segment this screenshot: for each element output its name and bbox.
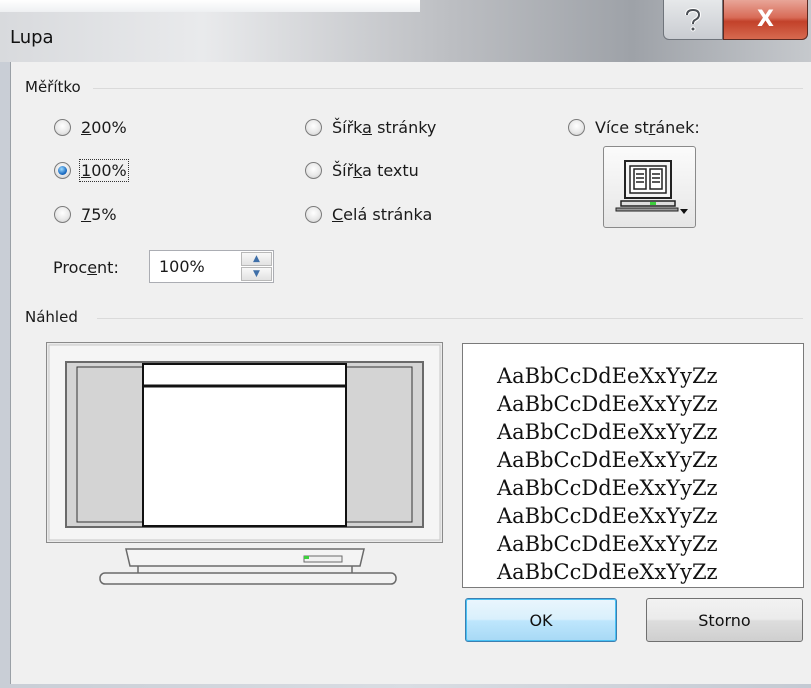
radio-page-width-circle[interactable]	[305, 119, 322, 136]
preview-line: AaBbCcDdEeXxYyZz	[497, 504, 718, 528]
preview-group-label: Náhled	[25, 308, 78, 326]
preview-group-header: Náhled	[25, 308, 78, 326]
preview-line: AaBbCcDdEeXxYyZz	[497, 392, 718, 416]
preview-line: AaBbCcDdEeXxYyZz	[497, 448, 718, 472]
radio-100-label: 100%	[79, 159, 129, 182]
help-button[interactable]	[663, 0, 723, 40]
radio-whole-page[interactable]: Celá stránka	[305, 205, 432, 224]
radio-many-pages-label: Více stránek:	[595, 118, 700, 137]
radio-75[interactable]: 75%	[54, 205, 117, 224]
multi-page-monitor-icon	[615, 160, 688, 214]
radio-75-circle[interactable]	[54, 206, 71, 223]
percent-label: Procent:	[53, 258, 119, 277]
title-glow	[0, 0, 420, 12]
radio-100[interactable]: 100%	[54, 159, 129, 182]
preview-line: AaBbCcDdEeXxYyZz	[497, 364, 718, 388]
many-pages-button[interactable]	[603, 146, 696, 228]
radio-text-width-label: Šířka textu	[332, 161, 419, 180]
radio-many-pages[interactable]: Více stránek:	[568, 118, 700, 137]
monitor-preview	[46, 342, 443, 588]
text-preview: AaBbCcDdEeXxYyZz AaBbCcDdEeXxYyZz AaBbCc…	[462, 343, 804, 588]
radio-200-label: 200%	[81, 118, 127, 137]
cancel-button[interactable]: Storno	[646, 598, 803, 642]
percent-spinner[interactable]: ▲ ▼	[241, 252, 272, 281]
radio-text-width-circle[interactable]	[305, 162, 322, 179]
radio-page-width[interactable]: Šířka stránky	[305, 118, 436, 137]
zoom-group-label: Měřítko	[25, 78, 81, 96]
radio-200-circle[interactable]	[54, 119, 71, 136]
radio-75-label: 75%	[81, 205, 117, 224]
preview-line: AaBbCcDdEeXxYyZz	[497, 532, 718, 556]
spin-down-icon[interactable]: ▼	[241, 267, 272, 281]
close-icon: X	[757, 7, 774, 32]
radio-whole-page-label: Celá stránka	[332, 205, 433, 224]
radio-whole-page-circle[interactable]	[305, 206, 322, 223]
dialog-body: Měřítko 200% 100% 75% Šířka stránky Šířk…	[10, 62, 811, 684]
ok-button[interactable]: OK	[465, 598, 617, 642]
radio-text-width[interactable]: Šířka textu	[305, 161, 419, 180]
help-icon	[685, 7, 702, 31]
preview-line: AaBbCcDdEeXxYyZz	[497, 476, 718, 500]
radio-page-width-label: Šířka stránky	[332, 118, 437, 137]
zoom-group-divider	[93, 88, 803, 89]
preview-group-divider	[97, 318, 803, 319]
close-button[interactable]: X	[723, 0, 808, 40]
zoom-group-header: Měřítko	[25, 78, 81, 96]
radio-200[interactable]: 200%	[54, 118, 127, 137]
radio-many-pages-circle[interactable]	[568, 119, 585, 136]
title-bar[interactable]: Lupa X	[0, 0, 811, 62]
zoom-dialog: Lupa X Měřítko 200% 100% 75% Šířka strán…	[0, 0, 811, 688]
monitor-preview-graphic	[46, 342, 443, 585]
radio-100-circle[interactable]	[54, 162, 71, 179]
spin-up-icon[interactable]: ▲	[241, 252, 272, 266]
preview-line: AaBbCcDdEeXxYyZz	[497, 560, 718, 584]
dialog-title: Lupa	[10, 27, 54, 48]
preview-line: AaBbCcDdEeXxYyZz	[497, 420, 718, 444]
